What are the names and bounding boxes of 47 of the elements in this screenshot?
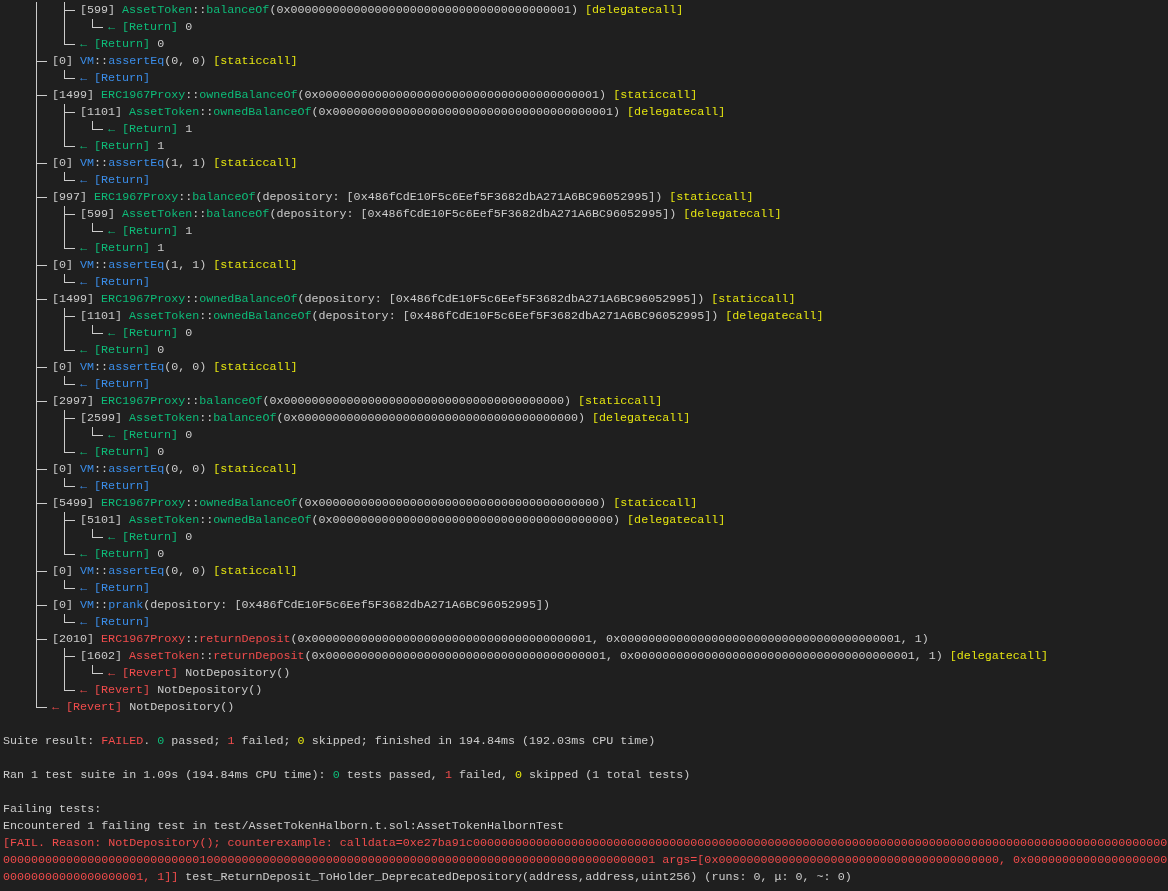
return-line: ← [Return] 1: [108, 223, 193, 240]
call-line: [2997] ERC1967Proxy::balanceOf(0x0000000000000000000000000000000000000000) [staticcall]: [52, 393, 663, 410]
return-line: ← [Return] 0: [108, 529, 193, 546]
return-line: ← [Revert] NotDepository(): [108, 665, 291, 682]
return-line: ← [Return] 0: [108, 427, 193, 444]
return-line: ← [Return]: [80, 274, 151, 291]
return-line: ← [Return] 0: [80, 444, 165, 461]
call-line: [0] VM::assertEq(0, 0) [staticcall]: [52, 359, 298, 376]
call-line: [0] VM::assertEq(0, 0) [staticcall]: [52, 563, 298, 580]
failure-message: [FAIL. Reason: NotDepository(); counterexample: calldata=0xe27ba91c000000000000000000000000000000000000000000000000000000000000000000000000000000000000000000000000000000000000000000000000000000010000000000000000000000000000000000000000000000000000000000000001 args=[0x0000000000000000000000000000000000000000, 0x0000000000000000000000000000000000000001, 1]] test_ReturnDeposit_ToHolder_DeprecatedDepository(address,address,uint256) (runs: 0, μ: 0, ~: 0): [3, 835, 1168, 886]
call-line: [1602] AssetToken::returnDeposit(0x0000000000000000000000000000000000000001, 0x0000000000000000000000000000000000000001, 1) [delegatecall]: [80, 648, 1048, 665]
call-line: [5101] AssetToken::ownedBalanceOf(0x0000000000000000000000000000000000000000) [delegatecall]: [80, 512, 726, 529]
call-line: [0] VM::assertEq(0, 0) [staticcall]: [52, 53, 298, 70]
call-line: [1499] ERC1967Proxy::ownedBalanceOf(0x0000000000000000000000000000000000000001) [staticcall]: [52, 87, 698, 104]
call-line: [0] VM::assertEq(0, 0) [staticcall]: [52, 461, 298, 478]
return-line: ← [Revert] NotDepository(): [52, 699, 235, 716]
return-line: ← [Return] 0: [108, 325, 193, 342]
return-line: ← [Return]: [80, 580, 151, 597]
call-line: [997] ERC1967Proxy::balanceOf(depository: [0x486fCdE10F5c6Eef5F3682dbA271A6BC96052995]) [staticcall]: [52, 189, 754, 206]
return-line: ← [Return] 0: [108, 19, 193, 36]
call-line: [1101] AssetToken::ownedBalanceOf(0x0000000000000000000000000000000000000001) [delegatecall]: [80, 104, 726, 121]
call-line: [599] AssetToken::balanceOf(0x0000000000000000000000000000000000000001) [delegatecall]: [80, 2, 684, 19]
call-line: [5499] ERC1967Proxy::ownedBalanceOf(0x0000000000000000000000000000000000000000) [staticcall]: [52, 495, 698, 512]
call-line: [1499] ERC1967Proxy::ownedBalanceOf(depository: [0x486fCdE10F5c6Eef5F3682dbA271A6BC96052995]) [staticcall]: [52, 291, 796, 308]
call-line: [0] VM::assertEq(1, 1) [staticcall]: [52, 155, 298, 172]
return-line: ← [Return] 0: [80, 36, 165, 53]
run-summary: Ran 1 test suite in 1.09s (194.84ms CPU time): 0 tests passed, 1 failed, 0 skipped (1 total tests): [3, 767, 691, 784]
call-line: [2599] AssetToken::balanceOf(0x0000000000000000000000000000000000000000) [delegatecall]: [80, 410, 691, 427]
return-line: ← [Revert] NotDepository(): [80, 682, 263, 699]
return-line: ← [Return]: [80, 614, 151, 631]
return-line: ← [Return]: [80, 478, 151, 495]
return-line: ← [Return] 1: [80, 138, 165, 155]
return-line: ← [Return]: [80, 376, 151, 393]
call-line: [0] VM::prank(depository: [0x486fCdE10F5c6Eef5F3682dbA271A6BC96052995]): [52, 597, 550, 614]
return-line: ← [Return] 0: [80, 546, 165, 563]
failing-test-count: Encountered 1 failing test in test/AssetTokenHalborn.t.sol:AssetTokenHalbornTest: [3, 818, 565, 835]
call-line: [0] VM::assertEq(1, 1) [staticcall]: [52, 257, 298, 274]
return-line: ← [Return] 1: [80, 240, 165, 257]
call-line: [1101] AssetToken::ownedBalanceOf(depository: [0x486fCdE10F5c6Eef5F3682dbA271A6BC96052995]) [delegatecall]: [80, 308, 824, 325]
call-line: [2010] ERC1967Proxy::returnDeposit(0x0000000000000000000000000000000000000001, 0x0000000000000000000000000000000000000001, 1): [52, 631, 929, 648]
return-line: ← [Return]: [80, 70, 151, 87]
failing-tests-heading: Failing tests:: [3, 801, 102, 818]
suite-result: Suite result: FAILED. 0 passed; 1 failed; 0 skipped; finished in 194.84ms (192.03ms CPU time): [3, 733, 656, 750]
return-line: ← [Return]: [80, 172, 151, 189]
return-line: ← [Return] 0: [80, 342, 165, 359]
call-line: [599] AssetToken::balanceOf(depository: [0x486fCdE10F5c6Eef5F3682dbA271A6BC96052995]) [delegatecall]: [80, 206, 782, 223]
return-line: ← [Return] 1: [108, 121, 193, 138]
